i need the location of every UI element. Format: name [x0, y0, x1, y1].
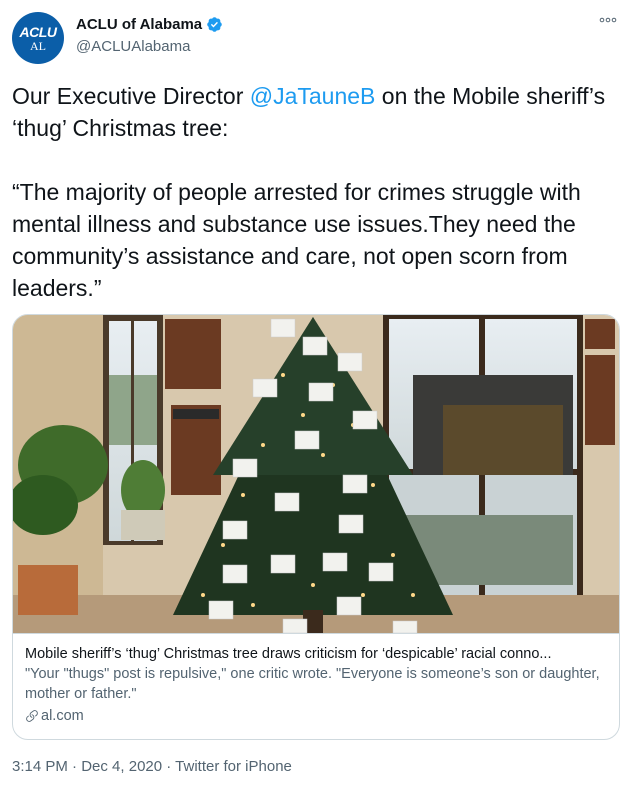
- card-image[interactable]: [13, 315, 619, 633]
- card-domain[interactable]: al.com: [41, 706, 84, 726]
- card-body: Mobile sheriff’s ‘thug’ Christmas tree d…: [13, 633, 619, 739]
- link-icon: [26, 710, 38, 722]
- avatar-state-text: AL: [30, 38, 46, 53]
- card-domain-row: al.com: [25, 706, 607, 726]
- tweet-text-intro: Our Executive Director: [12, 83, 250, 109]
- avatar-logo-text: ACLU: [19, 23, 57, 40]
- christmas-tree-photo: [13, 315, 619, 633]
- tweet-time[interactable]: 3:14 PM: [12, 758, 68, 775]
- meta-separator: ·: [67, 758, 82, 775]
- name-row: ACLU of Alabama: [76, 16, 223, 33]
- mention-link[interactable]: @JaTauneB: [250, 83, 376, 109]
- handle[interactable]: @ACLUAlabama: [76, 38, 190, 55]
- verified-badge-icon: [207, 17, 222, 32]
- card-description: "Your "thugs" post is repulsive," one cr…: [25, 666, 600, 702]
- meta-separator: ·: [162, 758, 176, 775]
- card-title: Mobile sheriff’s ‘thug’ Christmas tree d…: [25, 646, 552, 662]
- tweet-text-body: on the Mobile sheriff’s ‘thug’ Christmas…: [12, 83, 606, 301]
- tweet-date[interactable]: Dec 4, 2020: [81, 758, 162, 775]
- link-card[interactable]: Mobile sheriff’s ‘thug’ Christmas tree d…: [12, 314, 620, 740]
- tweet-header: ACLU AL ACLU of Alabama @ACLUAlabama: [12, 10, 622, 66]
- more-options-icon[interactable]: [598, 16, 618, 24]
- tweet-text: Our Executive Director @JaTauneB on the …: [12, 80, 617, 304]
- tweet-source[interactable]: Twitter for iPhone: [175, 758, 292, 775]
- avatar[interactable]: ACLU AL: [12, 12, 64, 64]
- tweet-meta: 3:14 PM · Dec 4, 2020 · Twitter for iPho…: [12, 758, 292, 775]
- display-name[interactable]: ACLU of Alabama: [76, 16, 202, 33]
